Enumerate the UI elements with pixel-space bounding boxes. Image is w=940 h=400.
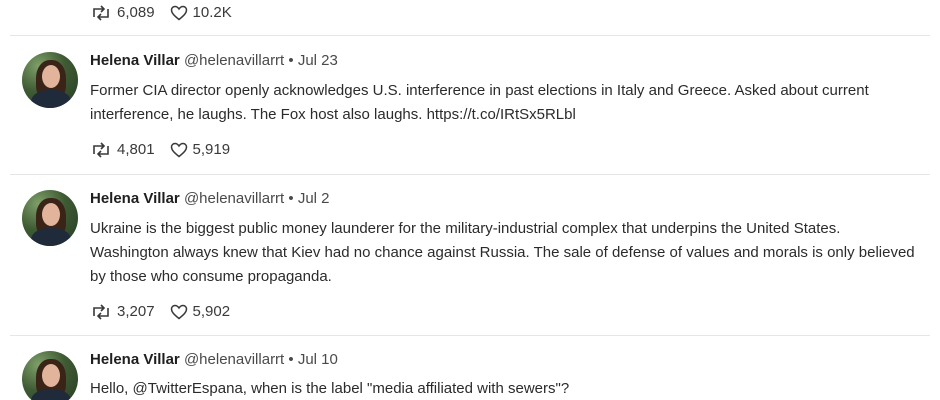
author-handle[interactable]: @helenavillarrt [184,190,284,207]
like-stat[interactable]: 5,919 [170,141,231,158]
heart-icon [170,142,187,157]
separator-dot: • [288,52,294,69]
tweet-stats: 4,801 5,919 [90,141,245,158]
like-stat[interactable]: 10.2K [170,4,232,21]
author-handle[interactable]: @helenavillarrt [184,351,284,368]
avatar[interactable] [22,190,78,246]
tweet-date[interactable]: Jul 10 [298,351,338,368]
divider [10,35,930,36]
retweet-stat[interactable]: 3,207 [90,303,155,320]
heart-icon [170,304,187,319]
tweet-text: Former CIA director openly acknowledges … [90,82,869,123]
retweet-icon [93,303,109,320]
retweet-count: 3,207 [117,303,155,320]
avatar[interactable] [22,52,78,108]
tweet-feed: 6,089 10.2K Helena Villar @helenavillarr… [0,0,940,400]
tweet-header: Helena Villar @helenavillarrt • Jul 23 [90,52,338,70]
tweet-text: Hello, @TwitterEspana, when is the label… [90,380,570,397]
retweet-stat[interactable]: 4,801 [90,141,155,158]
retweet-count: 6,089 [117,4,155,21]
previous-tweet-stats: 6,089 10.2K [90,4,247,21]
tweet-header: Helena Villar @helenavillarrt • Jul 2 [90,190,330,208]
tweet-stats: 3,207 5,902 [90,303,245,320]
tweet-date[interactable]: Jul 23 [298,52,338,69]
retweet-count: 4,801 [117,141,155,158]
retweet-icon [93,4,109,21]
tweet-header: Helena Villar @helenavillarrt • Jul 10 [90,351,338,369]
divider [10,335,930,336]
like-count: 5,919 [192,141,231,158]
tweet-text: Ukraine is the biggest public money laun… [90,220,915,285]
retweet-icon [93,141,109,158]
author-name[interactable]: Helena Villar [90,190,180,207]
avatar[interactable] [22,351,78,400]
tweet-date[interactable]: Jul 2 [298,190,330,207]
like-stat[interactable]: 5,902 [170,303,231,320]
author-name[interactable]: Helena Villar [90,351,180,368]
author-handle[interactable]: @helenavillarrt [184,52,284,69]
retweet-stat[interactable]: 6,089 [90,4,155,21]
like-count: 5,902 [192,303,231,320]
divider [10,174,930,175]
heart-icon [170,5,187,20]
separator-dot: • [288,351,294,368]
author-name[interactable]: Helena Villar [90,52,180,69]
separator-dot: • [288,190,294,207]
like-count: 10.2K [192,4,232,21]
